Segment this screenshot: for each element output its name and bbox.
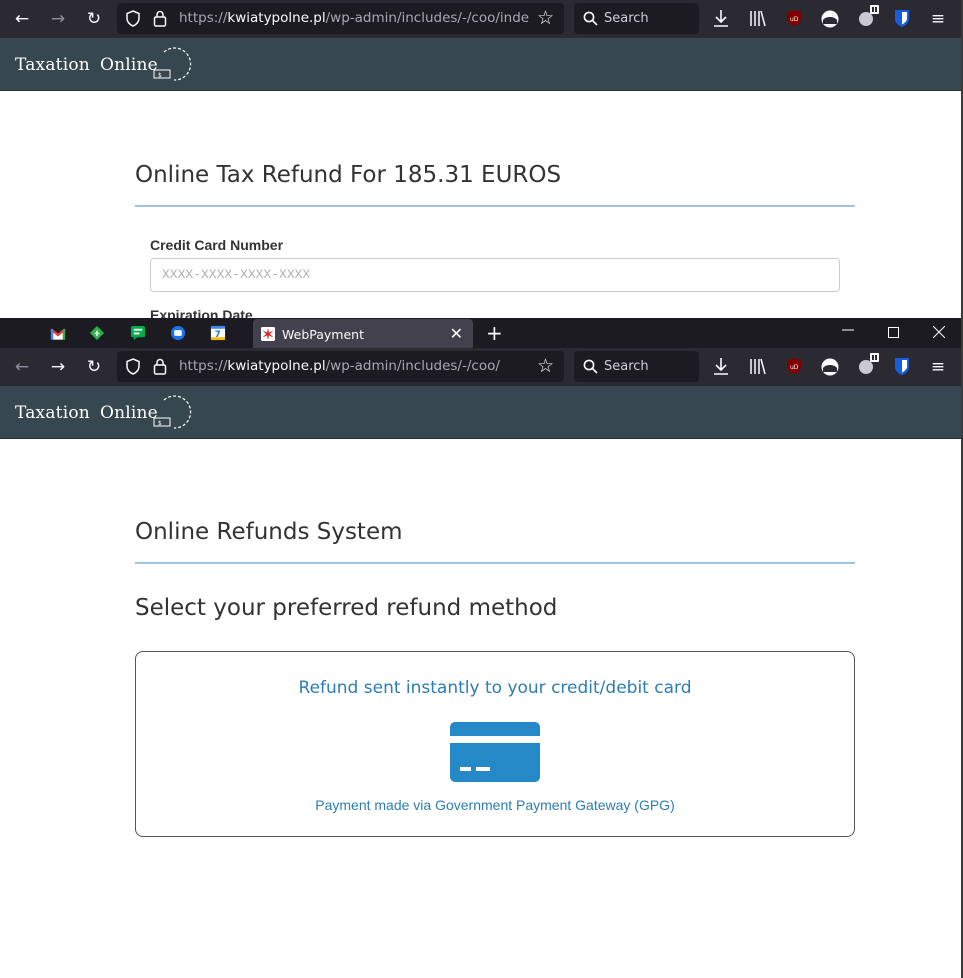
extension-ghost-icon[interactable] [820,357,840,376]
gateway-note[interactable]: Payment made via Government Payment Gate… [136,797,854,813]
expiration-date-label: Expiration Date [150,307,253,318]
navigation-toolbar: ← → ↻ https://kwiatypolne.pl/wp-admin/in… [0,0,963,38]
back-arrow-icon[interactable]: ← [8,353,36,381]
minimize-icon[interactable] [842,324,854,336]
menu-icon[interactable]: ≡ [924,5,952,33]
ublock-icon[interactable]: uD [786,9,802,27]
extension-puzzle-icon[interactable] [857,4,881,28]
library-icon[interactable] [749,357,767,376]
top-browser-window: ← → ↻ https://kwiatypolne.pl/wp-admin/in… [0,0,963,318]
site-header: Taxation Online $ [0,38,963,91]
page-title: Online Tax Refund For 185.31 EUROS [135,162,562,188]
url-text[interactable]: https://kwiatypolne.pl/wp-admin/includes… [179,358,529,374]
lock-icon[interactable] [153,10,167,27]
site-brand[interactable]: Taxation Online [15,403,158,423]
extension-puzzle-icon[interactable] [857,352,881,376]
close-tab-icon[interactable]: ✕ [450,324,463,343]
shield-icon[interactable] [125,358,141,375]
download-icon[interactable] [712,357,730,376]
bitwarden-icon[interactable] [894,9,910,28]
lock-icon[interactable] [153,358,167,375]
gmail-pinned-tab-icon[interactable] [50,326,66,342]
bookmark-star-icon[interactable]: ☆ [537,355,554,377]
reload-icon[interactable]: ↻ [80,353,108,381]
search-icon [583,11,598,26]
credit-card-input[interactable]: XXXX-XXXX-XXXX-XXXX [150,258,840,292]
search-box[interactable]: Search [574,351,699,382]
feedly-pinned-tab-icon[interactable] [89,325,105,341]
back-arrow-icon[interactable]: ← [8,5,36,33]
svg-text:uD: uD [790,16,799,23]
refunds-system-panel: Online Refunds System Select your prefer… [135,519,855,621]
card-dash [460,767,471,771]
tab-title: WebPayment [282,327,364,342]
search-icon [583,359,598,374]
url-scheme: https:// [179,358,228,374]
address-bar[interactable]: https://kwiatypolne.pl/wp-admin/includes… [117,351,564,382]
url-text[interactable]: https://kwiatypolne.pl/wp-admin/includes… [179,10,529,26]
title-divider [135,562,855,564]
shield-icon[interactable] [125,10,141,27]
svg-text:$: $ [158,420,162,427]
site-logo-icon: $ [153,395,192,429]
webpayment-favicon-icon [261,327,275,341]
extension-ghost-icon[interactable] [820,9,840,28]
brand-word-1: Taxation [15,403,90,423]
maximize-icon[interactable] [888,327,899,338]
title-divider [135,205,855,207]
tax-refund-form: Online Tax Refund For 185.31 EUROS Credi… [135,162,855,318]
svg-text:7: 7 [215,329,221,339]
card-dash [476,767,490,771]
brand-word-2: Online [99,403,158,423]
tab-webpayment[interactable]: WebPayment ✕ [253,319,473,350]
tab-strip: 7 WebPayment ✕ + [0,318,963,350]
new-tab-button[interactable]: + [486,321,503,345]
site-brand[interactable]: Taxation Online [15,55,158,75]
forward-arrow-icon[interactable]: → [44,5,72,33]
url-host: kwiatypolne.pl [227,358,326,374]
chat-pinned-tab-icon[interactable] [130,325,146,341]
site-logo-icon: $ [153,47,192,81]
bookmark-star-icon[interactable]: ☆ [537,7,554,29]
search-placeholder: Search [604,359,649,374]
url-host: kwiatypolne.pl [227,10,326,26]
url-path: /wp-admin/includes/-/coo/index1.ph [325,10,529,26]
close-window-icon[interactable] [933,326,945,338]
search-placeholder: Search [604,11,649,26]
card-refund-option[interactable]: Refund sent instantly to your credit/deb… [135,651,855,837]
url-path: /wp-admin/includes/-/coo/ [325,358,500,374]
navigation-toolbar: ← → ↻ https://kwiatypolne.pl/wp-admin/in… [0,348,963,386]
search-box[interactable]: Search [574,3,699,34]
calendar-pinned-tab-icon[interactable]: 7 [210,325,226,341]
brand-word-1: Taxation [15,55,90,75]
option-title[interactable]: Refund sent instantly to your credit/deb… [136,678,854,698]
brand-word-2: Online [99,55,158,75]
ublock-icon[interactable]: uD [786,357,802,375]
svg-text:$: $ [158,72,162,79]
page-title: Online Refunds System [135,519,403,545]
library-icon[interactable] [749,9,767,28]
credit-card-icon[interactable] [450,722,540,782]
card-stripe [450,736,540,743]
menu-icon[interactable]: ≡ [924,353,952,381]
url-scheme: https:// [179,10,228,26]
site-header: Taxation Online $ [0,386,963,439]
refund-method-heading: Select your preferred refund method [135,595,558,621]
address-bar[interactable]: https://kwiatypolne.pl/wp-admin/includes… [117,3,564,34]
download-icon[interactable] [712,9,730,28]
forward-arrow-icon[interactable]: → [44,353,72,381]
svg-text:uD: uD [790,364,799,371]
messages-pinned-tab-icon[interactable] [170,325,186,341]
bottom-browser-window: 7 WebPayment ✕ + ← → ↻ https://kwiatypol… [0,318,963,978]
bitwarden-icon[interactable] [894,357,910,376]
reload-icon[interactable]: ↻ [80,5,108,33]
credit-card-label: Credit Card Number [150,237,284,253]
